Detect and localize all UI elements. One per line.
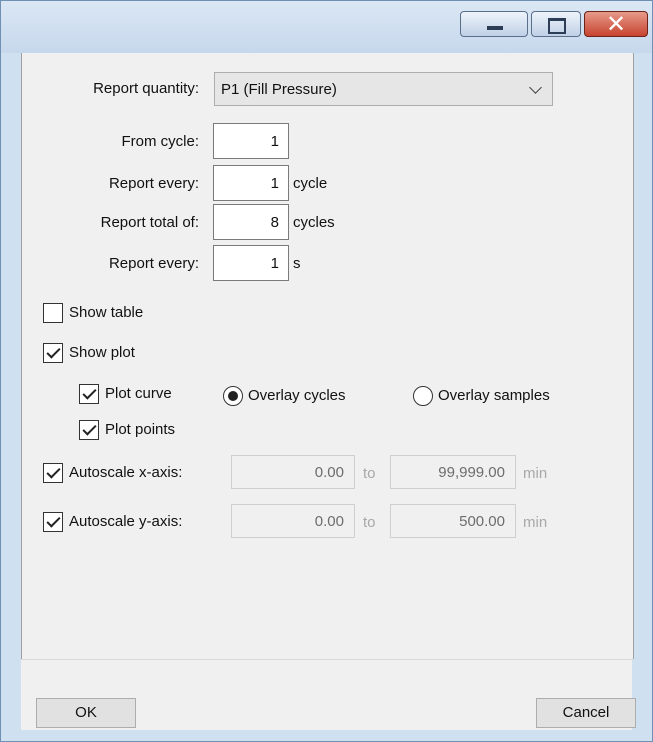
check-icon xyxy=(46,344,61,359)
autoscale-x-checkbox[interactable] xyxy=(43,463,63,483)
y-axis-unit: min xyxy=(523,514,548,531)
show-table-label: Show table xyxy=(69,304,144,321)
check-icon xyxy=(82,421,97,436)
minimize-icon xyxy=(487,26,503,30)
overlay-samples-label: Overlay samples xyxy=(438,387,550,404)
report-every-seconds-input[interactable]: 1 xyxy=(213,245,289,281)
cancel-button[interactable]: Cancel xyxy=(536,698,636,728)
ok-button[interactable]: OK xyxy=(36,698,136,728)
report-total-unit: cycles xyxy=(293,214,335,231)
minimize-button[interactable] xyxy=(460,11,528,37)
plot-points-label: Plot points xyxy=(105,421,176,438)
report-total-input[interactable]: 8 xyxy=(213,204,289,240)
autoscale-y-label: Autoscale y-axis: xyxy=(69,513,183,530)
close-icon: ✕ xyxy=(605,10,627,38)
x-axis-to-input[interactable]: 99,999.00 xyxy=(390,455,516,489)
report-every-seconds-label: Report every: xyxy=(108,255,199,272)
overlay-cycles-label: Overlay cycles xyxy=(248,387,346,404)
check-icon xyxy=(46,464,61,479)
report-every-cycle-input[interactable]: 1 xyxy=(213,165,289,201)
x-axis-from-input[interactable]: 0.00 xyxy=(231,455,355,489)
y-axis-to-label: to xyxy=(363,514,376,531)
report-every-seconds-unit: s xyxy=(293,255,301,272)
check-icon xyxy=(82,385,97,400)
show-plot-checkbox[interactable] xyxy=(43,343,63,363)
report-settings-window: ✕ Report quantity: P1 (Fill Pressure) Fr… xyxy=(0,0,653,742)
report-every-cycle-unit: cycle xyxy=(293,175,328,192)
overlay-samples-radio[interactable] xyxy=(413,386,433,406)
y-axis-from-input[interactable]: 0.00 xyxy=(231,504,355,538)
show-plot-label: Show plot xyxy=(69,344,135,361)
report-quantity-value: P1 (Fill Pressure) xyxy=(221,81,337,98)
report-total-label: Report total of: xyxy=(100,214,199,231)
autoscale-y-checkbox[interactable] xyxy=(43,512,63,532)
maximize-button[interactable] xyxy=(531,11,581,37)
report-quantity-label: Report quantity: xyxy=(93,80,199,97)
chevron-down-icon xyxy=(529,81,542,94)
x-axis-to-label: to xyxy=(363,465,376,482)
close-button[interactable]: ✕ xyxy=(584,11,648,37)
show-table-checkbox[interactable] xyxy=(43,303,63,323)
x-axis-unit: min xyxy=(523,465,548,482)
y-axis-to-input[interactable]: 500.00 xyxy=(390,504,516,538)
report-quantity-select[interactable]: P1 (Fill Pressure) xyxy=(214,72,553,106)
from-cycle-input[interactable]: 1 xyxy=(213,123,289,159)
from-cycle-label: From cycle: xyxy=(121,133,199,150)
maximize-icon xyxy=(548,18,566,34)
autoscale-x-label: Autoscale x-axis: xyxy=(69,464,183,481)
radio-selected-icon xyxy=(228,391,238,401)
report-every-cycle-label: Report every: xyxy=(108,175,199,192)
overlay-cycles-radio[interactable] xyxy=(223,386,243,406)
plot-curve-label: Plot curve xyxy=(105,385,172,402)
plot-curve-checkbox[interactable] xyxy=(79,384,99,404)
check-icon xyxy=(46,513,61,528)
title-bar: ✕ xyxy=(1,1,652,53)
plot-points-checkbox[interactable] xyxy=(79,420,99,440)
